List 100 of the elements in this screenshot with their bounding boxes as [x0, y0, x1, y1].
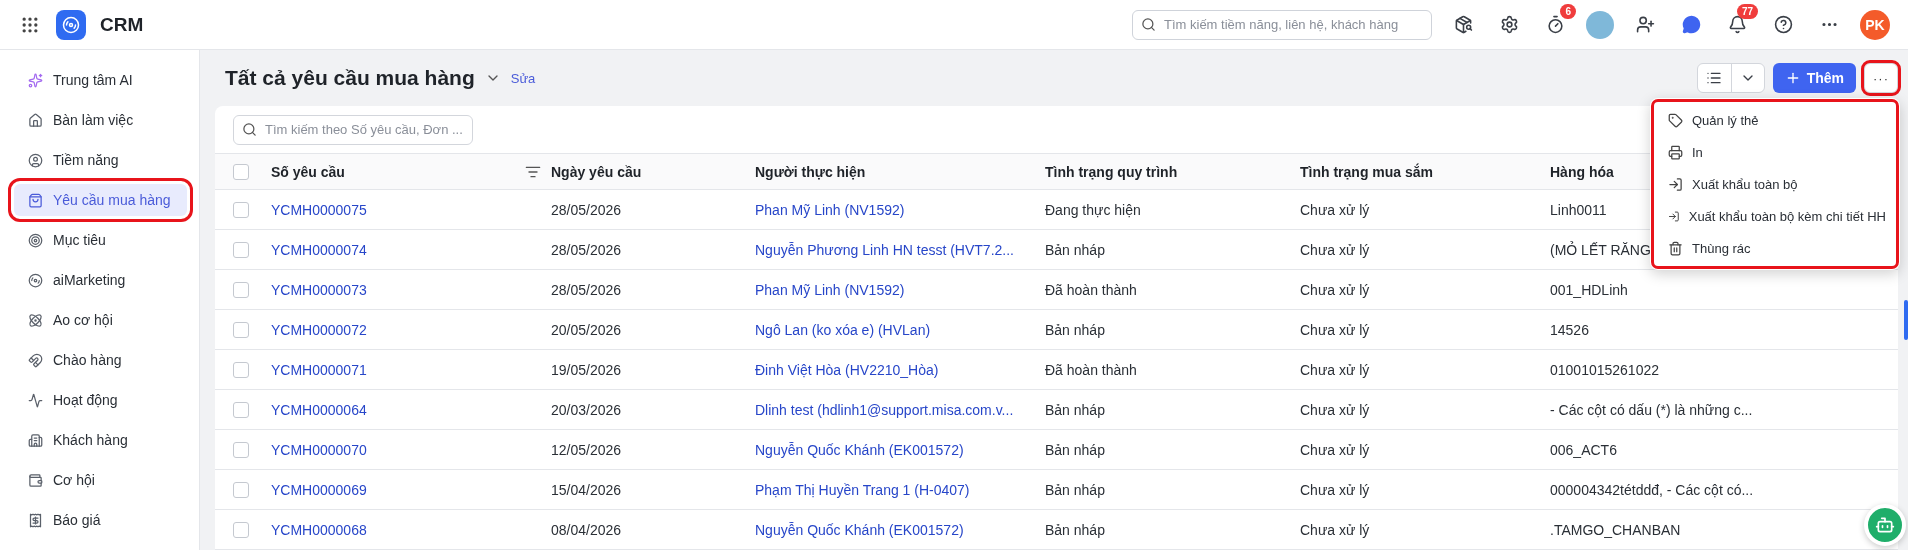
table-link[interactable]: Nguyễn Quốc Khánh (EK001572)	[755, 521, 964, 538]
select-all-checkbox[interactable]	[233, 163, 249, 180]
table-cell: Chưa xử lý	[1300, 481, 1370, 498]
sidebar-item[interactable]: Chào hàng	[14, 344, 187, 376]
table-link[interactable]: YCMH0000075	[271, 201, 367, 218]
printer-icon	[1668, 144, 1683, 160]
table-cell: Chưa xử lý	[1300, 241, 1370, 258]
search-icon	[1141, 17, 1156, 32]
sidebar-item[interactable]: aiMarketing	[14, 264, 187, 296]
row-checkbox[interactable]	[233, 401, 249, 418]
table-cell: 20/05/2026	[551, 321, 622, 338]
table-cell: Bản nháp	[1045, 321, 1105, 338]
sidebar-item[interactable]: Tiềm năng	[14, 144, 187, 176]
sidebar-item[interactable]: Khách hàng	[14, 424, 187, 456]
row-checkbox[interactable]	[233, 281, 249, 298]
table-cell: Chưa xử lý	[1300, 201, 1370, 218]
row-checkbox[interactable]	[233, 441, 249, 458]
table-link[interactable]: YCMH0000070	[271, 441, 367, 458]
table-cell: 14526	[1550, 321, 1589, 338]
more-button[interactable]: ···	[1864, 63, 1898, 93]
pulse-icon	[28, 392, 43, 408]
table-cell: 000004342tétddđ, - Các cột có...	[1550, 481, 1754, 498]
tag-icon	[1668, 112, 1683, 128]
table-link[interactable]: YCMH0000073	[271, 281, 367, 298]
table-cell: Chưa xử lý	[1300, 361, 1370, 378]
timer-icon[interactable]	[1545, 15, 1565, 34]
menu-item[interactable]: Xuất khẩu toàn bộ kèm chi tiết HH	[1654, 200, 1896, 232]
table-cell: Đã hoàn thành	[1045, 281, 1137, 298]
table-search-field[interactable]: Tìm kiếm theo Số yêu cầu, Đơn ...	[233, 114, 473, 145]
table-link[interactable]: Đinh Việt Hòa (HV2210_Hòa)	[755, 361, 939, 378]
scrollbar-thumb[interactable]	[1904, 300, 1908, 340]
menu-item[interactable]: Thùng rác	[1654, 232, 1896, 264]
table-cell: Chưa xử lý	[1300, 521, 1370, 538]
sidebar-item[interactable]: Mục tiêu	[14, 224, 187, 256]
column-header: Số yêu cầu	[271, 163, 345, 180]
notification-count: 77	[1736, 3, 1758, 19]
menu-item[interactable]: In	[1654, 136, 1896, 168]
table-link[interactable]: YCMH0000074	[271, 241, 367, 258]
row-checkbox[interactable]	[233, 321, 249, 338]
table-cell: 19/05/2026	[551, 361, 622, 378]
sidebar-item[interactable]: Hoạt động	[14, 384, 187, 416]
sidebar-item[interactable]: Trung tâm AI	[14, 64, 187, 96]
atom-icon	[28, 312, 43, 328]
settings-icon[interactable]	[1499, 15, 1519, 34]
search-icon	[242, 122, 257, 138]
user-avatar[interactable]	[1586, 10, 1614, 39]
table-cell: .TAMGO_CHANBAN	[1550, 521, 1681, 538]
table-cell: Chưa xử lý	[1300, 321, 1370, 338]
menu-item[interactable]: Xuất khẩu toàn bộ	[1654, 168, 1896, 200]
table-link[interactable]: YCMH0000064	[271, 401, 367, 418]
edit-link[interactable]: Sửa	[510, 70, 536, 86]
table-link[interactable]: Nguyễn Phương Linh HN tesst (HVT7.2...	[755, 241, 1014, 258]
user-plus-icon[interactable]	[1635, 15, 1655, 34]
table-cell: 01001015261022	[1550, 361, 1659, 378]
wallet-icon	[28, 472, 43, 488]
package-search-icon[interactable]	[1453, 15, 1473, 34]
table-link[interactable]: Phan Mỹ Linh (NV1592)	[755, 281, 905, 298]
table-cell: 15/04/2026	[551, 481, 622, 498]
table-link[interactable]: Phạm Thị Huyền Trang 1 (H-0407)	[755, 481, 970, 498]
table-cell: (MỎ LẾT RĂNG	[1550, 241, 1651, 258]
sidebar-item[interactable]: Cơ hội	[14, 464, 187, 496]
table-cell: 28/05/2026	[551, 201, 622, 218]
row-checkbox[interactable]	[233, 241, 249, 258]
column-header: Ngày yêu cầu	[551, 163, 643, 180]
bell-icon[interactable]	[1727, 15, 1747, 34]
sidebar-item[interactable]: Ao cơ hội	[14, 304, 187, 336]
global-search-field[interactable]: Tìm kiếm tiềm năng, liên hệ, khách hàng	[1132, 9, 1432, 40]
view-switch-button[interactable]	[1696, 63, 1765, 93]
table-link[interactable]: Phan Mỹ Linh (NV1592)	[755, 201, 905, 218]
add-button[interactable]: Thêm	[1772, 63, 1856, 93]
row-checkbox[interactable]	[233, 521, 249, 538]
sparkles-icon	[28, 72, 43, 88]
table-link[interactable]: Ngô Lan (ko xóa e) (HVLan)	[755, 321, 931, 338]
table-link[interactable]: Dlinh test (hdlinh1@support.misa.com.v...	[755, 401, 1014, 418]
row-checkbox[interactable]	[233, 201, 249, 218]
table-link[interactable]: Nguyễn Quốc Khánh (EK001572)	[755, 441, 964, 458]
table-link[interactable]: YCMH0000071	[271, 361, 367, 378]
table-cell: 12/05/2026	[551, 441, 622, 458]
table-cell: Linh0011	[1550, 201, 1607, 218]
column-header: Tình trạng quy trình	[1045, 163, 1179, 180]
app-name: CRM	[100, 13, 144, 36]
chat-icon[interactable]	[1681, 15, 1701, 34]
timer-count: 6	[1560, 3, 1576, 19]
table-cell: - Các cột có dấu (*) là những c...	[1550, 401, 1753, 418]
menu-item[interactable]: Quản lý thẻ	[1654, 104, 1896, 136]
column-header: Hàng hóa	[1550, 163, 1615, 180]
building-icon	[28, 432, 43, 448]
row-checkbox[interactable]	[233, 481, 249, 498]
table-cell: 006_ACT6	[1550, 441, 1617, 458]
column-header: Người thực hiện	[755, 163, 867, 180]
sidebar-item[interactable]: Bàn làm việc	[14, 104, 187, 136]
import-icon	[1668, 176, 1683, 192]
table-link[interactable]: YCMH0000069	[271, 481, 367, 498]
table-link[interactable]: YCMH0000072	[271, 321, 367, 338]
help-icon[interactable]	[1773, 15, 1793, 34]
table-cell: 28/05/2026	[551, 281, 622, 298]
table-link[interactable]: YCMH0000068	[271, 521, 367, 538]
row-checkbox[interactable]	[233, 361, 249, 378]
sidebar-item[interactable]: Báo giá	[14, 504, 187, 536]
table-cell: Bản nháp	[1045, 441, 1105, 458]
